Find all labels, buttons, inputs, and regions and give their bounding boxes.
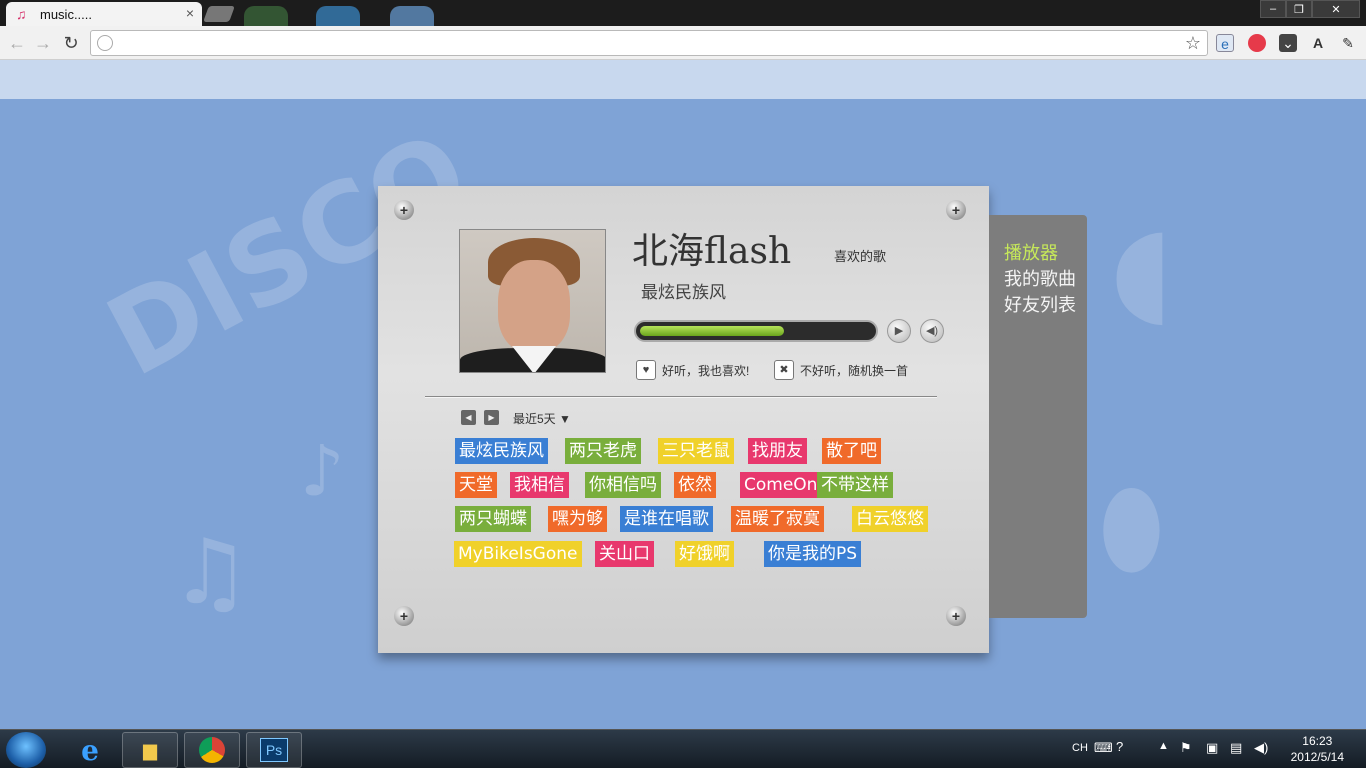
globe-icon [97, 35, 113, 51]
pocket-extension-icon[interactable]: ⌄ [1279, 34, 1297, 52]
restore-button[interactable]: ❐ [1286, 0, 1312, 18]
keyboard-icon[interactable]: ⌨ [1094, 740, 1113, 756]
song-tag[interactable]: 三只老鼠 [658, 438, 734, 464]
song-tag[interactable]: 嘿为够 [548, 506, 607, 532]
photoshop-taskbar-button[interactable]: Ps [246, 732, 302, 768]
page-header-strip [0, 60, 1366, 99]
chrome-taskbar-button[interactable] [184, 732, 240, 768]
music-note-decoration: ♪ [300, 430, 345, 512]
song-tag[interactable]: 我相信 [510, 472, 569, 498]
song-tag[interactable]: 依然 [674, 472, 716, 498]
song-tag[interactable]: 是谁在唱歌 [620, 506, 713, 532]
time-range-dropdown[interactable]: 最近5天 ▼ [513, 410, 571, 427]
song-tag[interactable]: MyBikeIsGone [454, 541, 582, 567]
show-hidden-icons-icon[interactable]: ▲ [1158, 740, 1169, 752]
back-button[interactable]: ← [6, 32, 28, 54]
language-indicator[interactable]: CH [1072, 742, 1088, 754]
like-text: 好听，我也喜欢! [662, 363, 750, 378]
clock-date: 2012/5/14 [1290, 750, 1344, 764]
ie-taskbar-button[interactable]: e [62, 732, 118, 768]
current-song-title: 最炫民族风 [641, 283, 726, 302]
ie-tab-extension-icon[interactable]: e [1216, 34, 1234, 52]
song-tag[interactable]: 你相信吗 [585, 472, 661, 498]
window-controls: – ❐ ✕ [1260, 0, 1360, 18]
play-button[interactable]: ▶ [887, 319, 911, 343]
side-menu-player[interactable]: 播放器 [1004, 239, 1058, 265]
wrench-menu-icon[interactable]: ✎ [1339, 34, 1357, 52]
song-tag[interactable]: ComeOn [740, 472, 822, 498]
browser-titlebar: ♫ music..... × – ❐ ✕ [0, 0, 1366, 26]
new-tab-button[interactable] [203, 6, 235, 22]
screw-icon: + [394, 200, 414, 220]
forward-button[interactable]: → [32, 32, 54, 54]
internet-explorer-icon: e [81, 733, 99, 767]
music-note-icon: ♫ [16, 6, 27, 22]
folder-icon: ▆ [143, 739, 157, 760]
windows-taskbar: e ▆ Ps CH ⌨ ? ▲ ⚑ ▣ ▤ ◀) 16:23 2012/5/14 [0, 729, 1366, 768]
bookmark-star-icon[interactable]: ☆ [1185, 33, 1201, 54]
song-tag[interactable]: 不带这样 [817, 472, 893, 498]
dislike-text: 不好听，随机换一首 [800, 363, 909, 378]
song-tag[interactable]: 两只蝴蝶 [455, 506, 531, 532]
song-tag[interactable]: 你是我的PS [764, 541, 862, 567]
song-tag[interactable]: 散了吧 [822, 438, 881, 464]
explorer-taskbar-button[interactable]: ▆ [122, 732, 178, 768]
browser-tab[interactable]: ♫ music..... × [6, 2, 202, 26]
song-tag[interactable]: 天堂 [455, 472, 497, 498]
screw-icon: + [394, 606, 414, 626]
volume-button[interactable]: ◀) [920, 319, 944, 343]
chrome-icon [199, 737, 225, 763]
help-icon[interactable]: ? [1116, 739, 1123, 754]
next-page-button[interactable]: ▶ [484, 410, 499, 425]
action-center-flag-icon[interactable]: ⚑ [1180, 740, 1192, 756]
address-bar[interactable]: ☆ [90, 30, 1208, 56]
network-icon[interactable]: ▤ [1230, 740, 1242, 756]
song-tag[interactable]: 最炫民族风 [455, 438, 548, 464]
device-icon[interactable]: ▣ [1206, 740, 1218, 756]
song-tag[interactable]: 温暖了寂寞 [731, 506, 824, 532]
photoshop-icon: Ps [259, 738, 289, 762]
speaker-decoration: ◖ [1110, 200, 1174, 339]
song-tag[interactable]: 找朋友 [748, 438, 807, 464]
browser-toolbar: ← → ↻ ☆ e ⌄ A ✎ [0, 26, 1366, 60]
side-menu-friends[interactable]: 好友列表 [1004, 291, 1076, 317]
favorite-songs-link[interactable]: 喜欢的歌 [834, 246, 886, 265]
volume-icon[interactable]: ◀) [1254, 740, 1268, 756]
screw-icon: + [946, 200, 966, 220]
screw-icon: + [946, 606, 966, 626]
prev-page-button[interactable]: ◀ [461, 410, 476, 425]
background-tab-thumbnail [390, 6, 434, 26]
divider [425, 396, 937, 397]
song-tag[interactable]: 两只老虎 [565, 438, 641, 464]
music-player-card: + + + + 北海flash 喜欢的歌 最炫民族风 ▶ ◀) ♥ 好听，我也喜… [378, 186, 989, 653]
red-extension-icon[interactable] [1248, 34, 1266, 52]
background-tab-thumbnail [244, 6, 288, 26]
song-tag[interactable]: 白云悠悠 [852, 506, 928, 532]
dislike-button[interactable]: ✖ 不好听，随机换一首 [774, 360, 908, 380]
artist-name: 北海flash [632, 231, 792, 272]
like-button[interactable]: ♥ 好听，我也喜欢! [636, 360, 749, 380]
font-extension-icon[interactable]: A [1309, 34, 1327, 52]
background-tab-thumbnail [316, 6, 360, 26]
tab-title: music..... [40, 7, 93, 22]
progress-fill [640, 326, 784, 336]
reload-button[interactable]: ↻ [60, 32, 82, 54]
music-note-decoration: ♫ [170, 520, 251, 625]
artist-photo [459, 229, 606, 373]
side-menu-my-songs[interactable]: 我的歌曲 [1004, 265, 1076, 291]
progress-bar[interactable] [634, 320, 878, 342]
song-tag[interactable]: 好饿啊 [675, 541, 734, 567]
song-tag[interactable]: 关山口 [595, 541, 654, 567]
shoe-decoration: ⬮ [1100, 470, 1163, 587]
start-button[interactable] [6, 732, 46, 768]
minimize-button[interactable]: – [1260, 0, 1286, 18]
side-menu: 播放器 我的歌曲 好友列表 [989, 215, 1087, 618]
close-window-button[interactable]: ✕ [1312, 0, 1360, 18]
tab-close-button[interactable]: × [186, 5, 194, 21]
system-clock[interactable]: 16:23 2012/5/14 [1291, 733, 1344, 765]
clock-time: 16:23 [1302, 734, 1333, 748]
close-icon: ✖ [774, 360, 794, 380]
heart-icon: ♥ [636, 360, 656, 380]
